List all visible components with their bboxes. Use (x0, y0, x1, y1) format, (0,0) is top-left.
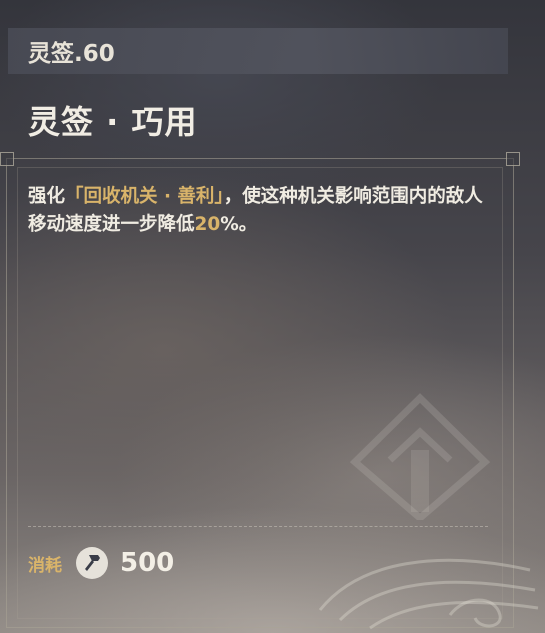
linked-skill-name: 「回收机关 · 善利」 (65, 186, 224, 207)
decorative-swirl-icon (318, 558, 539, 630)
description-text: %。 (220, 214, 258, 235)
effect-value: 20 (194, 214, 221, 235)
cost-value: 500 (120, 548, 175, 578)
level-header: 灵签.60 (8, 28, 508, 74)
description-text: 强化 (28, 186, 66, 207)
divider (28, 526, 488, 527)
corner-ornament-icon (506, 152, 520, 166)
hammer-icon (76, 547, 108, 579)
level-label: 灵签.60 (28, 41, 115, 67)
card-title: 灵签 · 巧用 (28, 103, 198, 141)
corner-ornament-icon (0, 152, 14, 166)
skill-description: 强化「回收机关 · 善利」，使这种机关影响范围内的敌人移动速度进一步降低20%。 (28, 183, 498, 239)
arrow-emblem-icon (349, 393, 491, 520)
cost-label: 消耗 (28, 555, 62, 576)
cost-row: 消耗 500 (28, 546, 174, 580)
